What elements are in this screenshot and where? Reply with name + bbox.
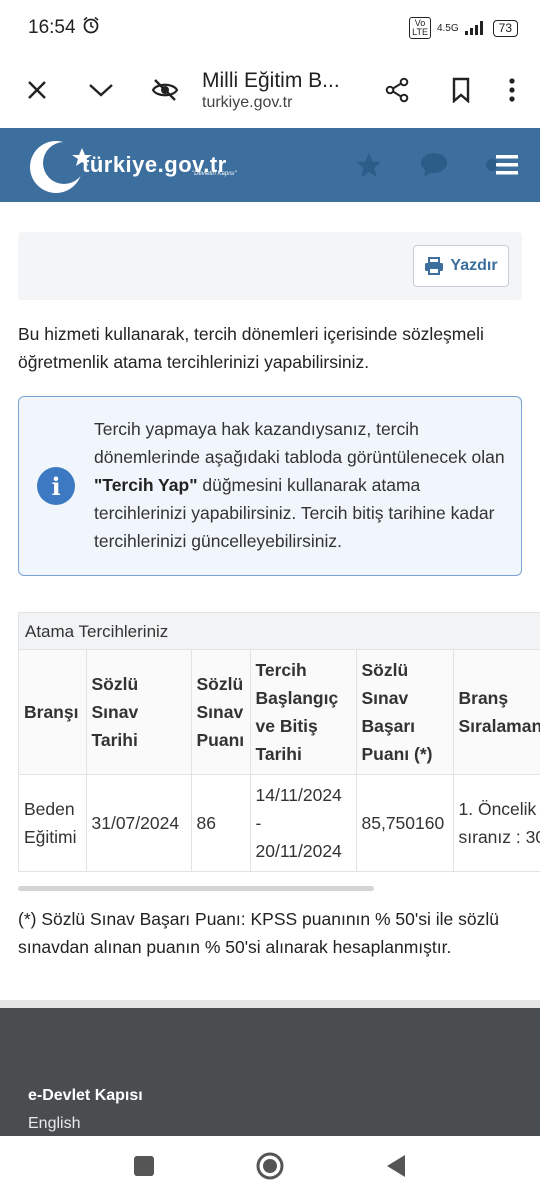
page-url: turkiye.gov.tr	[202, 94, 293, 111]
info-box: i Tercih yapmaya hak kazandıysanız, terc…	[18, 396, 522, 576]
logo-subtitle: "Devletin Kapısı"	[192, 171, 237, 177]
footnote: (*) Sözlü Sınav Başarı Puanı: KPSS puanı…	[18, 909, 499, 957]
print-button[interactable]: Yazdır	[413, 245, 509, 287]
close-icon[interactable]	[18, 71, 56, 109]
footer-title: e-Devlet Kapısı	[28, 1087, 143, 1104]
atama-table[interactable]: Atama Tercihleriniz Branşı Sözlü Sınav T…	[18, 612, 540, 872]
header-siralama: Branş Sıralamanız	[453, 650, 540, 775]
recents-icon[interactable]	[133, 1155, 155, 1182]
page-title: Milli Eğitim B...	[202, 68, 340, 92]
header-basari-puani: Sözlü Sınav Başarı Puanı (*)	[356, 650, 454, 775]
system-nav-bar	[0, 1136, 540, 1200]
table-scrollbar[interactable]	[18, 886, 374, 891]
info-text: Tercih yapmaya hak kazandıysanız, tercih…	[94, 419, 505, 551]
cell-brans: Beden Eğitimi	[19, 774, 87, 872]
more-vert-icon[interactable]	[502, 71, 522, 109]
eye-off-icon[interactable]	[146, 71, 184, 109]
network-type: 4.5G	[436, 22, 459, 34]
signal-icon	[464, 21, 483, 35]
printer-icon	[425, 257, 444, 275]
chevron-down-icon[interactable]	[82, 71, 120, 109]
chat-icon[interactable]	[420, 152, 448, 183]
cell-sinav-tarihi: 31/07/2024	[86, 774, 192, 872]
info-icon: i	[37, 467, 75, 505]
cell-siralama: 1. Öncelik (Alan sıranız : 306)	[453, 774, 540, 872]
menu-icon[interactable]	[486, 154, 522, 181]
cell-sinav-puani: 86	[191, 774, 251, 872]
back-icon[interactable]	[385, 1154, 407, 1183]
home-icon[interactable]	[255, 1151, 285, 1186]
volte-icon: Vo LTE	[409, 17, 431, 39]
intro-text: Bu hizmeti kullanarak, tercih dönemleri …	[18, 324, 484, 372]
header-brans: Branşı	[19, 650, 87, 775]
cell-tercih-tarihi: 14/11/2024 - 20/11/2024	[250, 774, 357, 872]
print-label: Yazdır	[450, 257, 498, 274]
footer-english-link[interactable]: English	[28, 1115, 80, 1133]
table-header-row: Branşı Sözlü Sınav Tarihi Sözlü Sınav Pu…	[19, 650, 540, 775]
table-caption: Atama Tercihleriniz	[19, 612, 540, 650]
share-icon[interactable]	[378, 71, 416, 109]
star-icon[interactable]	[356, 152, 382, 183]
bookmark-icon[interactable]	[442, 71, 480, 109]
site-logo[interactable]: türkiye.gov.tr	[24, 134, 227, 196]
header-sinav-tarihi: Sözlü Sınav Tarihi	[86, 650, 192, 775]
header-tercih-tarihi: Tercih Başlangıç ve Bitiş Tarihi	[250, 650, 357, 775]
battery-indicator: 73	[492, 19, 518, 37]
alarm-icon	[82, 16, 100, 40]
header-sinav-puani: Sözlü Sınav Puanı	[191, 650, 251, 775]
print-toolbar: Yazdır	[18, 232, 522, 300]
status-bar: 16:54 Vo LTE 4.5G 73	[0, 0, 540, 56]
site-footer: e-Devlet Kapısı English	[0, 1000, 540, 1136]
clock: 16:54	[28, 17, 76, 38]
table-row: Beden Eğitimi 31/07/2024 86 14/11/2024 -…	[19, 774, 540, 872]
browser-title[interactable]: Milli Eğitim B... turkiye.gov.tr	[202, 68, 378, 112]
site-header: türkiye.gov.tr "Devletin Kapısı"	[0, 128, 540, 202]
browser-toolbar: Milli Eğitim B... turkiye.gov.tr	[0, 56, 540, 124]
tercih-yap-label: "Tercih Yap"	[94, 475, 198, 495]
cell-basari-puani: 85,750160	[356, 774, 454, 872]
